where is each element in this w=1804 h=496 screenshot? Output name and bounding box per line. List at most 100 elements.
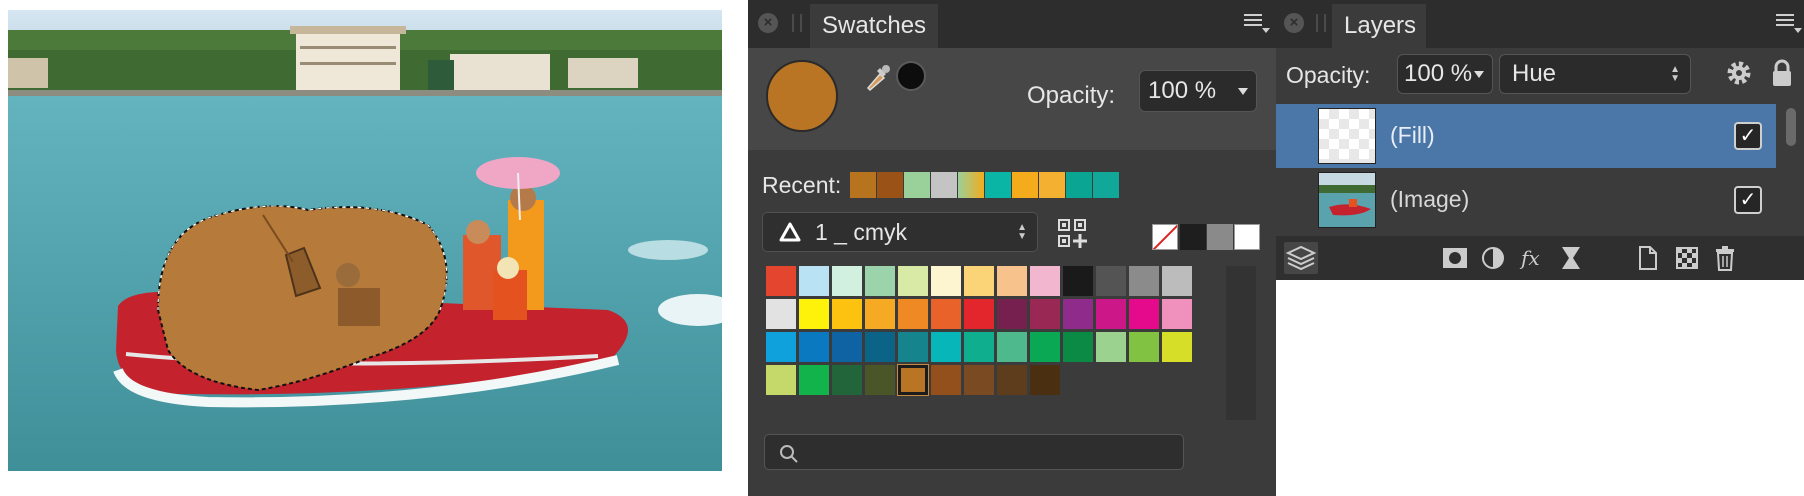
eyedropper-icon[interactable] [862, 62, 890, 94]
color-swatch[interactable] [865, 299, 895, 329]
fill-color-well[interactable] [766, 60, 838, 132]
color-swatch[interactable] [931, 332, 961, 362]
layer-row-fill[interactable]: (Fill) ✓ [1276, 104, 1776, 168]
color-swatch[interactable] [931, 299, 961, 329]
color-swatch[interactable] [1162, 332, 1192, 362]
swatches-scrollbar[interactable] [1226, 266, 1256, 420]
color-swatch[interactable] [1129, 266, 1159, 296]
color-swatch[interactable] [799, 365, 829, 395]
pixel-layer-icon[interactable] [1670, 242, 1704, 274]
color-swatch[interactable] [766, 299, 796, 329]
color-swatch[interactable] [832, 299, 862, 329]
color-swatch[interactable] [897, 364, 929, 396]
color-swatch[interactable] [799, 332, 829, 362]
color-swatch[interactable] [1063, 299, 1093, 329]
color-swatch[interactable] [865, 332, 895, 362]
color-swatch[interactable] [1129, 299, 1159, 329]
white-swatch[interactable] [1234, 224, 1260, 250]
recent-swatch[interactable] [877, 172, 903, 198]
color-swatch[interactable] [1030, 299, 1060, 329]
color-swatch[interactable] [766, 365, 796, 395]
color-swatch[interactable] [997, 266, 1027, 296]
tab-swatches[interactable]: Swatches [810, 4, 938, 48]
color-swatch[interactable] [1096, 266, 1126, 296]
recent-swatch[interactable] [985, 172, 1011, 198]
palette-type-icon [779, 222, 801, 242]
color-swatch[interactable] [997, 332, 1027, 362]
tab-layers[interactable]: Layers [1332, 4, 1426, 48]
search-icon [780, 445, 798, 463]
lock-icon[interactable] [1770, 58, 1794, 88]
color-swatch[interactable] [766, 332, 796, 362]
color-swatch[interactable] [1162, 266, 1192, 296]
panel-menu-icon[interactable] [1244, 11, 1270, 35]
color-swatch[interactable] [898, 299, 928, 329]
color-swatch[interactable] [1063, 332, 1093, 362]
recent-swatch[interactable] [931, 172, 957, 198]
close-icon[interactable]: × [758, 13, 778, 33]
grip-icon[interactable] [1316, 14, 1326, 32]
color-swatch[interactable] [766, 266, 796, 296]
recent-swatch[interactable] [904, 172, 930, 198]
add-palette-icon[interactable] [1057, 218, 1087, 248]
opacity-dropdown[interactable]: 100 % [1139, 70, 1257, 112]
recent-swatch[interactable] [850, 172, 876, 198]
layers-stack-icon[interactable] [1284, 242, 1318, 274]
color-swatch[interactable] [964, 365, 994, 395]
live-filter-icon[interactable] [1554, 242, 1588, 274]
layers-scrollbar[interactable] [1782, 104, 1800, 232]
mask-icon[interactable] [1438, 242, 1472, 274]
layer-opacity-dropdown[interactable]: 100 % [1397, 54, 1493, 94]
none-swatch[interactable] [1152, 224, 1178, 250]
adjustment-icon[interactable] [1476, 242, 1510, 274]
color-swatch[interactable] [1030, 266, 1060, 296]
blend-mode-value: Hue [1512, 60, 1557, 87]
color-swatch[interactable] [964, 332, 994, 362]
color-swatch[interactable] [799, 299, 829, 329]
close-icon[interactable]: × [1284, 13, 1304, 33]
color-swatch[interactable] [865, 266, 895, 296]
layer-row-image[interactable]: (Image) ✓ [1276, 168, 1776, 232]
color-swatch[interactable] [1096, 332, 1126, 362]
layer-visibility-checkbox[interactable]: ✓ [1734, 186, 1762, 214]
photo-canvas[interactable] [8, 10, 722, 471]
color-swatch[interactable] [997, 299, 1027, 329]
color-swatch[interactable] [865, 365, 895, 395]
layers-panel: × Layers Opacity: 100 % Hue ▲ ▼ (Fill) ✓… [1276, 0, 1804, 280]
gray-swatch[interactable] [1207, 224, 1233, 250]
color-swatch[interactable] [1063, 266, 1093, 296]
color-swatch[interactable] [832, 266, 862, 296]
color-swatch[interactable] [997, 365, 1027, 395]
layer-visibility-checkbox[interactable]: ✓ [1734, 122, 1762, 150]
color-swatch[interactable] [931, 266, 961, 296]
panel-menu-icon[interactable] [1776, 11, 1802, 35]
recent-swatch[interactable] [1093, 172, 1119, 198]
color-swatch[interactable] [898, 266, 928, 296]
color-swatch[interactable] [964, 266, 994, 296]
new-document-icon[interactable] [1630, 242, 1664, 274]
recent-swatch[interactable] [1012, 172, 1038, 198]
recent-swatch[interactable] [1039, 172, 1065, 198]
trash-icon[interactable] [1708, 242, 1742, 274]
gear-icon[interactable] [1724, 58, 1754, 88]
color-swatch[interactable] [1129, 332, 1159, 362]
color-swatch[interactable] [832, 365, 862, 395]
fx-icon[interactable]: fx [1516, 242, 1550, 274]
grip-icon[interactable] [792, 14, 802, 32]
color-swatch[interactable] [1030, 332, 1060, 362]
color-swatch[interactable] [931, 365, 961, 395]
color-swatch[interactable] [799, 266, 829, 296]
color-swatch[interactable] [832, 332, 862, 362]
blend-mode-dropdown[interactable]: Hue ▲ ▼ [1499, 54, 1691, 94]
color-swatch[interactable] [964, 299, 994, 329]
swatch-search-field[interactable] [764, 434, 1184, 470]
color-swatch[interactable] [1096, 299, 1126, 329]
black-swatch[interactable] [1180, 224, 1206, 250]
palette-selector[interactable]: 1 _ cmyk ▲ ▼ [762, 212, 1038, 252]
recent-swatch[interactable] [958, 172, 984, 198]
color-swatch[interactable] [1030, 365, 1060, 395]
recent-swatch[interactable] [1066, 172, 1092, 198]
stroke-color-well[interactable] [896, 61, 926, 91]
color-swatch[interactable] [1162, 299, 1192, 329]
color-swatch[interactable] [898, 332, 928, 362]
